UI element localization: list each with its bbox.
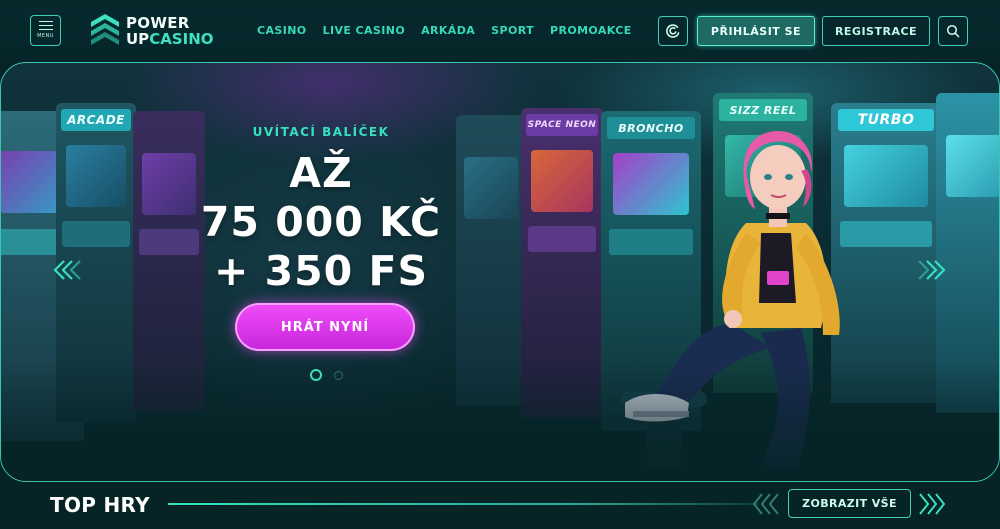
nav-sport[interactable]: SPORT <box>491 24 534 37</box>
slider-dot-active[interactable] <box>310 369 322 381</box>
register-button[interactable]: REGISTRACE <box>822 16 930 46</box>
cabinet-screen <box>945 135 999 197</box>
hero-next-arrow-icon[interactable] <box>916 259 948 281</box>
cabinet-screen <box>65 145 127 207</box>
play-now-button[interactable]: HRÁT NYNÍ <box>235 303 415 351</box>
logo[interactable]: POWER UPCASINO <box>90 11 225 51</box>
hero-banner: ARCADE SPACE NEON BRONCHO SIZZ REEL TURB… <box>0 62 1000 482</box>
logo-line-1: POWER <box>126 14 190 32</box>
menu-button[interactable]: MENU <box>30 15 61 46</box>
search-icon <box>946 24 960 38</box>
cabinet-screen <box>530 150 594 212</box>
top-games-prev-icon[interactable] <box>750 491 780 517</box>
cabinet-marquee: ARCADE <box>60 109 132 131</box>
hero-title-line-1: AŽ <box>289 149 353 197</box>
menu-label: MENU <box>37 32 54 39</box>
top-games-title: TOP HRY <box>50 493 150 517</box>
nav-live-casino[interactable]: LIVE CASINO <box>323 24 406 37</box>
hero-title-line-3: + 350 FS <box>213 247 429 295</box>
support-button[interactable] <box>658 16 688 46</box>
logo-line-2: UPCASINO <box>126 31 214 47</box>
hero-promo: UVÍTACÍ BALÍČEK AŽ 75 000 KČ + 350 FS <box>161 125 481 296</box>
hero-bottom-fade <box>1 361 999 481</box>
search-button[interactable] <box>938 16 968 46</box>
slider-dot[interactable] <box>334 370 343 380</box>
login-button[interactable]: PŘIHLÁSIT SE <box>697 16 815 46</box>
hero-subtitle: UVÍTACÍ BALÍČEK <box>252 125 390 139</box>
logo-up: UP <box>126 30 150 48</box>
site-header: MENU POWER UPCASINO CASINO LIVE CASINO A… <box>0 0 1000 62</box>
logo-text: POWER UPCASINO <box>126 15 214 47</box>
nav-promotions[interactable]: PROMOAKCE <box>550 24 632 37</box>
cabinet-marquee: SPACE NEON <box>525 114 599 136</box>
nav-arcade[interactable]: ARKÁDA <box>421 24 475 37</box>
logo-casino: CASINO <box>149 30 214 48</box>
section-divider <box>168 503 758 505</box>
support-icon <box>666 24 680 38</box>
cabinet-panel <box>527 226 597 252</box>
hero-title: AŽ 75 000 KČ + 350 FS <box>161 149 481 296</box>
slider-pagination <box>310 369 343 381</box>
nav-casino[interactable]: CASINO <box>257 24 307 37</box>
hamburger-icon <box>38 20 53 30</box>
logo-mark-icon <box>90 13 120 49</box>
top-games-next-icon[interactable] <box>918 491 948 517</box>
show-all-button[interactable]: ZOBRAZIT VŠE <box>788 489 911 518</box>
cabinet-panel <box>62 221 130 247</box>
hero-prev-arrow-icon[interactable] <box>51 259 83 281</box>
hero-title-line-2: 75 000 KČ <box>200 198 442 246</box>
main-nav: CASINO LIVE CASINO ARKÁDA SPORT PROMOAKC… <box>257 24 632 37</box>
